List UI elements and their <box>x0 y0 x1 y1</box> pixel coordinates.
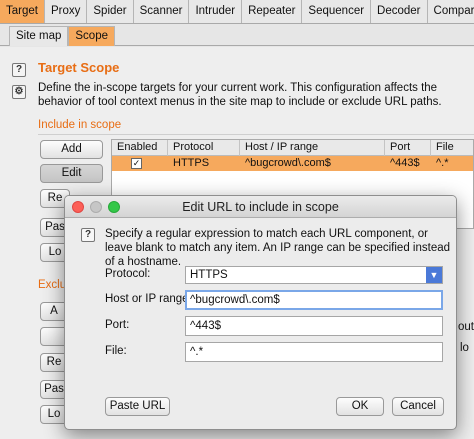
column-host[interactable]: Host / IP range <box>240 140 385 156</box>
dialog-description: Specify a regular expression to match ea… <box>105 228 450 268</box>
column-protocol[interactable]: Protocol <box>168 140 240 156</box>
help-icon[interactable]: ? <box>12 63 26 77</box>
gear-icon[interactable]: ⚙ <box>12 85 26 99</box>
tab-proxy[interactable]: Proxy <box>44 0 88 23</box>
table-row[interactable]: ✓ HTTPS ^bugcrowd\.com$ ^443$ ^.* <box>112 156 473 171</box>
tab-sequencer[interactable]: Sequencer <box>302 0 372 23</box>
help-icon[interactable]: ? <box>81 228 95 242</box>
protocol-label: Protocol: <box>105 268 151 280</box>
port-input[interactable]: ^443$ <box>185 316 443 336</box>
edit-url-dialog: Edit URL to include in scope ? Specify a… <box>64 195 457 430</box>
tab-spider[interactable]: Spider <box>87 0 134 23</box>
scope-description: Define the in-scope targets for your cur… <box>38 82 442 108</box>
tab-repeater[interactable]: Repeater <box>242 0 303 23</box>
dialog-title: Edit URL to include in scope <box>182 200 339 214</box>
chevron-down-icon[interactable]: ▼ <box>426 267 442 283</box>
protocol-selected-value: HTTPS <box>190 269 228 281</box>
tab-scanner[interactable]: Scanner <box>133 0 190 23</box>
table-header: Enabled Protocol Host / IP range Port Fi… <box>112 140 473 156</box>
paste-url-button[interactable]: Paste URL <box>105 397 170 416</box>
ok-button[interactable]: OK <box>336 397 384 416</box>
column-port[interactable]: Port <box>385 140 431 156</box>
exclude-table-fragment-1: out <box>458 321 474 333</box>
file-input[interactable]: ^.* <box>185 342 443 362</box>
row-port: ^443$ <box>390 157 420 169</box>
dialog-titlebar[interactable]: Edit URL to include in scope <box>65 196 456 218</box>
enabled-checkbox[interactable]: ✓ <box>131 158 142 169</box>
tab-intruder[interactable]: Intruder <box>189 0 243 23</box>
page-title: Target Scope <box>38 60 120 75</box>
subtab-scope[interactable]: Scope <box>68 26 115 46</box>
include-add-button[interactable]: Add <box>40 140 103 159</box>
host-label: Host or IP range: <box>105 293 192 305</box>
row-file: ^.* <box>436 157 449 169</box>
file-label: File: <box>105 345 127 357</box>
row-host: ^bugcrowd\.com$ <box>245 157 331 169</box>
include-section-label: Include in scope <box>38 119 122 131</box>
column-file[interactable]: File <box>431 140 473 156</box>
subtab-site-map[interactable]: Site map <box>9 26 69 46</box>
column-enabled[interactable]: Enabled <box>112 140 168 156</box>
row-enabled-cell: ✓ <box>112 156 168 171</box>
exclude-section-label: Exclu <box>38 279 67 291</box>
exclude-table-fragment-2: lo <box>460 342 469 354</box>
row-protocol: HTTPS <box>173 157 210 169</box>
sub-tab-bar: Site map Scope <box>0 24 474 46</box>
tab-target[interactable]: Target <box>0 0 45 23</box>
port-label: Port: <box>105 319 130 331</box>
tab-decoder[interactable]: Decoder <box>371 0 428 23</box>
cancel-button[interactable]: Cancel <box>392 397 444 416</box>
main-tab-bar: Target Proxy Spider Scanner Intruder Rep… <box>0 0 474 24</box>
include-edit-button[interactable]: Edit <box>40 164 103 183</box>
protocol-select[interactable]: HTTPS ▼ <box>185 266 443 284</box>
include-section-divider <box>38 134 474 135</box>
host-input[interactable]: ^bugcrowd\.com$ <box>185 290 443 310</box>
tab-comparer[interactable]: Comparer <box>427 0 474 23</box>
